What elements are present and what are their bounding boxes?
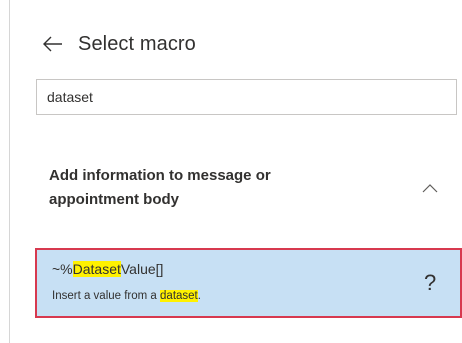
macro-name-prefix: ~% <box>52 261 73 277</box>
page-title: Select macro <box>78 32 196 55</box>
macro-list-item[interactable]: ~%DatasetValue[] Insert a value from a d… <box>35 248 462 318</box>
group-title: Add information to message or appointmen… <box>49 167 271 208</box>
chevron-up-icon[interactable] <box>422 182 438 194</box>
macro-name-suffix: Value[] <box>120 261 164 277</box>
macro-name: ~%DatasetValue[] <box>52 261 163 277</box>
panel-divider <box>9 0 10 343</box>
panel-header: Select macro <box>40 26 196 62</box>
search-box[interactable] <box>36 79 457 115</box>
macro-desc-suffix: . <box>197 290 201 302</box>
macro-description: Insert a value from a dataset. <box>52 290 201 302</box>
help-button[interactable]: ? <box>424 270 436 296</box>
macro-desc-match: dataset <box>160 290 198 302</box>
select-macro-panel: Select macro Add information to message … <box>0 0 462 343</box>
macro-group-header[interactable]: Add information to message or appointmen… <box>36 160 457 220</box>
search-input[interactable] <box>37 80 456 114</box>
macro-name-match: Dataset <box>72 261 121 277</box>
back-button[interactable] <box>40 31 66 57</box>
arrow-left-icon <box>43 36 62 52</box>
macro-desc-prefix: Insert a value from a <box>52 290 161 302</box>
